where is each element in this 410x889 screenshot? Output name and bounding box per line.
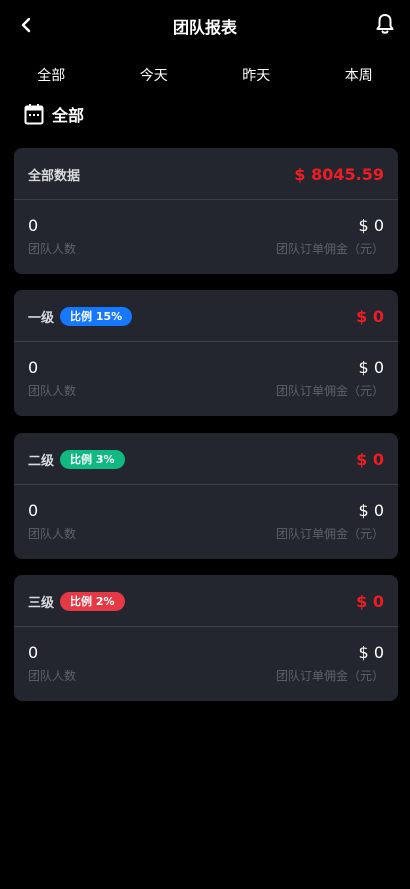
commission-label: 团队订单佣金（元） (275, 242, 384, 256)
date-tabs: 全部 今天 昨天 本周 (0, 62, 410, 90)
card-header: 二级 比例 3% $ 0 (14, 433, 398, 485)
tab-yesterday[interactable]: 昨天 (205, 62, 308, 90)
calendar-icon (24, 103, 44, 125)
commission-value: $ 0 (358, 643, 384, 662)
card-title: 二级 (28, 453, 55, 469)
card-title: 全部数据 (28, 168, 81, 184)
total-amount: $ 0 (356, 306, 384, 326)
card-header: 三级 比例 2% $ 0 (14, 575, 398, 627)
team-count-value: 0 (28, 216, 39, 235)
card-header: 全部数据 $ 8045.59 (14, 148, 398, 200)
ratio-badge: 比例 15% (60, 306, 133, 326)
commission-label: 团队订单佣金（元） (275, 384, 384, 398)
ratio-badge: 比例 3% (60, 449, 125, 469)
team-count-label: 团队人数 (28, 527, 77, 541)
commission-label: 团队订单佣金（元） (275, 669, 384, 683)
team-count-value: 0 (28, 358, 39, 377)
card-title: 一级 (28, 310, 55, 326)
team-count-value: 0 (28, 501, 39, 520)
ratio-badge: 比例 2% (60, 591, 125, 611)
tab-all[interactable]: 全部 (0, 62, 103, 90)
total-amount: $ 0 (356, 591, 384, 611)
notification-button[interactable] (372, 11, 398, 37)
tab-this-week[interactable]: 本周 (308, 62, 410, 90)
tab-today[interactable]: 今天 (103, 62, 206, 90)
date-filter[interactable]: 全部 (24, 102, 84, 126)
total-amount: $ 0 (356, 449, 384, 469)
bell-icon (376, 14, 394, 34)
card-level-2: 二级 比例 3% $ 0 0 $ 0 团队人数 团队订单佣金（元） (14, 433, 398, 559)
card-body: 0 $ 0 团队人数 团队订单佣金（元） (14, 200, 398, 274)
team-count-value: 0 (28, 643, 39, 662)
commission-value: $ 0 (358, 216, 384, 235)
card-body: 0 $ 0 团队人数 团队订单佣金（元） (14, 627, 398, 701)
page-title: 团队报表 (172, 18, 237, 37)
card-body: 0 $ 0 团队人数 团队订单佣金（元） (14, 342, 398, 416)
card-header: 一级 比例 15% $ 0 (14, 290, 398, 342)
commission-value: $ 0 (358, 358, 384, 377)
card-level-1: 一级 比例 15% $ 0 0 $ 0 团队人数 团队订单佣金（元） (14, 290, 398, 416)
commission-label: 团队订单佣金（元） (275, 527, 384, 541)
date-filter-label: 全部 (52, 106, 85, 125)
top-bar: 团队报表 (0, 0, 410, 50)
team-count-label: 团队人数 (28, 669, 77, 683)
commission-value: $ 0 (358, 501, 384, 520)
team-count-label: 团队人数 (28, 384, 77, 398)
card-all-data: 全部数据 $ 8045.59 0 $ 0 团队人数 团队订单佣金（元） (14, 148, 398, 274)
total-amount: $ 8045.59 (294, 164, 384, 184)
card-body: 0 $ 0 团队人数 团队订单佣金（元） (14, 485, 398, 559)
team-count-label: 团队人数 (28, 242, 77, 256)
card-title: 三级 (28, 595, 55, 611)
card-level-3: 三级 比例 2% $ 0 0 $ 0 团队人数 团队订单佣金（元） (14, 575, 398, 701)
